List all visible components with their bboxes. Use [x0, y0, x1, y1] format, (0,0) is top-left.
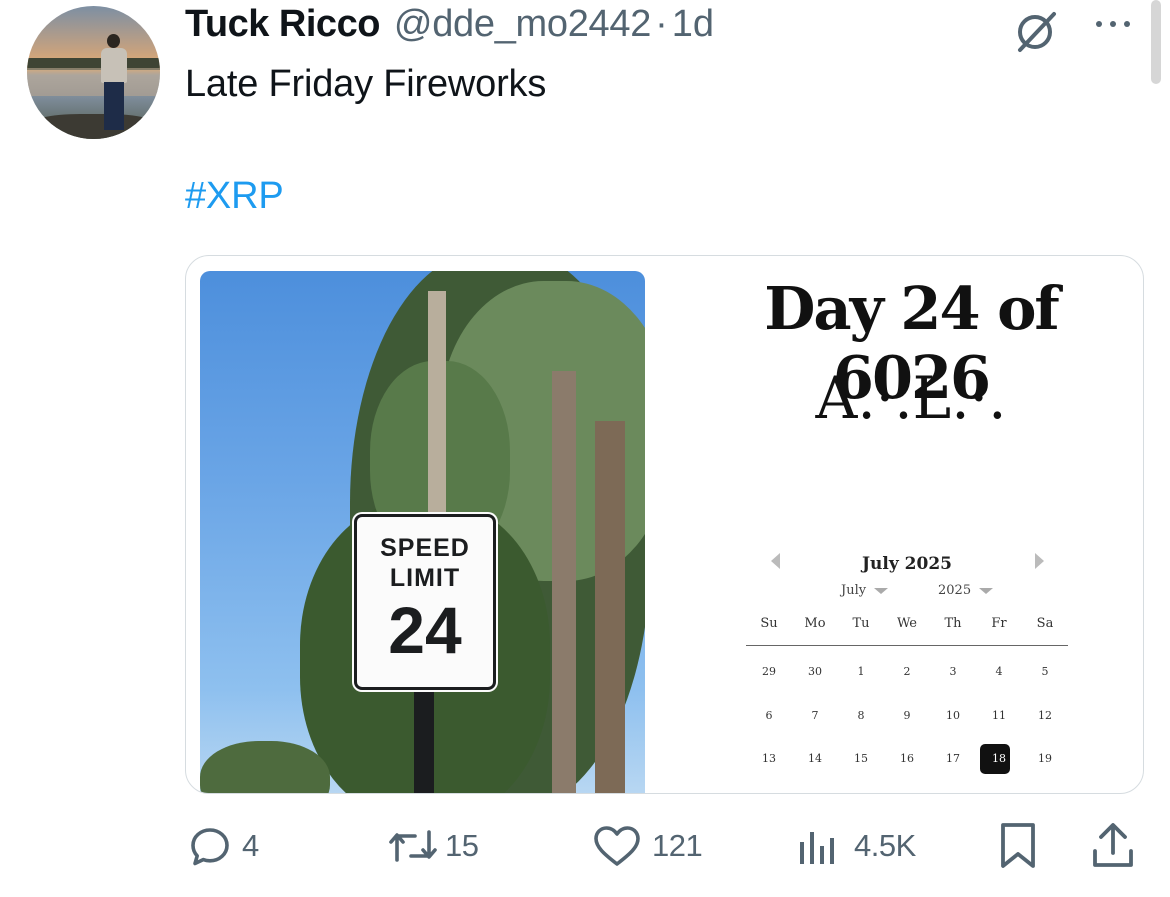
weekday-label: Mo [804, 616, 826, 631]
views-icon [800, 832, 834, 864]
speed-limit-photo: SPEED LIMIT 24 [200, 271, 645, 793]
month-select-value: July [841, 583, 867, 598]
calendar-day: 16 [900, 752, 914, 765]
sign-text-speed: SPEED [380, 534, 470, 562]
calendar-divider [746, 645, 1068, 646]
chevron-down-icon [979, 587, 994, 594]
calendar-day: 10 [946, 709, 960, 722]
calendar-day: 5 [1041, 665, 1049, 678]
media-card[interactable]: SPEED LIMIT 24 Day 24 of 6026 A.·.L.·. J… [185, 255, 1144, 794]
tree-trunk [428, 291, 446, 521]
sign-number: 24 [388, 593, 462, 667]
bookmark-button[interactable] [996, 818, 1040, 874]
calendar-title: July 2025 [862, 554, 952, 574]
bookmark-icon [1001, 823, 1035, 868]
views-button[interactable]: 4.5K [796, 818, 916, 874]
avatar-person-head [107, 34, 120, 48]
calendar-day: 19 [1038, 752, 1052, 765]
repost-icon [389, 830, 437, 862]
calendar-day: 15 [854, 752, 868, 765]
calendar-day: 30 [808, 665, 822, 678]
sign-post [414, 673, 434, 793]
avatar-lake [27, 68, 160, 96]
post-time[interactable]: 1d [672, 3, 714, 46]
weekday-label: Th [944, 616, 962, 631]
al-subtitle: A.·.L.·. [815, 364, 1007, 432]
calendar-day: 9 [903, 709, 911, 722]
reply-count: 4 [242, 828, 259, 863]
user-name[interactable]: Tuck Ricco [185, 3, 380, 46]
calendar-day: 14 [808, 752, 822, 765]
calendar-day: 13 [762, 752, 776, 765]
speed-limit-sign: SPEED LIMIT 24 [354, 514, 496, 690]
calendar-day: 12 [1038, 709, 1052, 722]
avatar-shore [27, 114, 160, 139]
tree-trunk [552, 371, 576, 793]
distant-hill [200, 741, 330, 793]
year-select: 2025 [938, 583, 994, 598]
post-header: Tuck Ricco @dde_mo2442 · 1d [185, 3, 714, 53]
month-select: July [841, 583, 889, 598]
weekday-label: We [897, 616, 917, 631]
weekday-label: Su [760, 616, 778, 631]
like-count: 121 [652, 828, 703, 863]
hashtag-link[interactable]: #XRP [185, 175, 284, 218]
avatar[interactable] [27, 6, 160, 139]
separator-dot: · [655, 3, 668, 45]
avatar-person-legs [104, 82, 124, 130]
sign-text-limit: LIMIT [389, 564, 461, 592]
avatar-person [101, 48, 127, 83]
weekday-label: Tu [852, 616, 870, 631]
calendar-day: 4 [995, 665, 1003, 678]
share-button[interactable] [1090, 818, 1136, 874]
reply-icon [191, 828, 229, 866]
calendar-day: 2 [903, 665, 911, 678]
reply-button[interactable]: 4 [188, 818, 259, 874]
scrollbar[interactable] [1151, 0, 1161, 84]
more-icon[interactable] [1090, 10, 1140, 40]
calendar-week: 6 7 8 9 10 11 12 [746, 704, 1068, 730]
grok-icon[interactable] [1014, 8, 1060, 54]
calendar-day: 7 [811, 709, 819, 722]
share-icon [1093, 823, 1133, 867]
calendar-day: 8 [857, 709, 865, 722]
weekday-label: Sa [1036, 616, 1054, 631]
calendar-day: 3 [949, 665, 957, 678]
year-select-value: 2025 [938, 583, 972, 598]
calendar-week: 13 14 15 16 17 18 19 [746, 747, 1068, 773]
calendar-day: 11 [992, 709, 1006, 722]
post-text: Late Friday Fireworks [185, 63, 547, 105]
calendar-day: 1 [857, 665, 865, 678]
calendar-day: 17 [946, 752, 960, 765]
calendar-week: 29 30 1 2 3 4 5 [746, 660, 1068, 686]
repost-button[interactable]: 15 [385, 818, 479, 874]
action-bar: 4 15 121 4.5K [0, 818, 1170, 878]
calendar-day: 6 [765, 709, 773, 722]
chevron-down-icon [874, 587, 889, 594]
calendar-day-selected: 18 [992, 752, 1006, 765]
like-icon [594, 826, 640, 866]
user-handle[interactable]: @dde_mo2442 [394, 3, 651, 46]
repost-count: 15 [445, 828, 479, 863]
views-count: 4.5K [854, 828, 916, 863]
calendar-day: 29 [762, 665, 776, 678]
like-button[interactable]: 121 [592, 818, 703, 874]
weekday-label: Fr [991, 616, 1007, 631]
weekday-header: Su Mo Tu We Th Fr Sa [746, 616, 1068, 631]
tree-trunk [595, 421, 625, 793]
